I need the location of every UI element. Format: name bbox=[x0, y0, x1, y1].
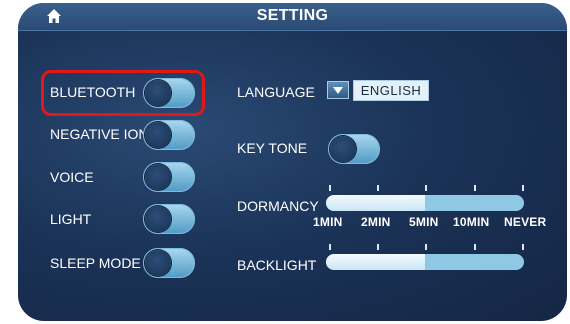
sleep-mode-toggle[interactable] bbox=[143, 248, 195, 278]
backlight-label: BACKLIGHT bbox=[237, 257, 317, 273]
negative-ion-label: NEGATIVE ION bbox=[50, 126, 149, 142]
dormancy-option-2min[interactable]: 2MIN bbox=[361, 215, 390, 229]
dormancy-tick bbox=[474, 185, 476, 191]
voice-label: VOICE bbox=[50, 169, 94, 185]
toggle-knob bbox=[145, 250, 171, 276]
voice-toggle[interactable] bbox=[143, 162, 195, 192]
backlight-tick bbox=[522, 244, 524, 250]
dormancy-slider-fill bbox=[326, 195, 425, 211]
dormancy-tick bbox=[522, 185, 524, 191]
toggle-knob bbox=[145, 206, 171, 232]
toggle-knob bbox=[330, 136, 356, 162]
toggle-knob bbox=[145, 164, 171, 190]
language-dropdown-button[interactable] bbox=[327, 81, 349, 99]
language-select[interactable]: ENGLISH bbox=[353, 80, 429, 101]
triangle-down-icon bbox=[333, 87, 343, 94]
light-label: LIGHT bbox=[50, 211, 92, 227]
backlight-tick bbox=[329, 244, 331, 250]
sleep-mode-label: SLEEP MODE bbox=[50, 255, 141, 271]
page-title: SETTING bbox=[256, 7, 329, 24]
dormancy-option-never[interactable]: NEVER bbox=[504, 215, 546, 229]
selection-highlight bbox=[41, 70, 205, 116]
light-toggle[interactable] bbox=[143, 204, 195, 234]
dormancy-tick bbox=[377, 185, 379, 191]
dormancy-slider[interactable] bbox=[326, 195, 524, 211]
negative-ion-toggle[interactable] bbox=[143, 120, 195, 150]
dormancy-label: DORMANCY bbox=[237, 198, 319, 214]
backlight-tick bbox=[425, 244, 427, 250]
backlight-slider[interactable] bbox=[326, 254, 524, 270]
language-label: LANGUAGE bbox=[237, 84, 315, 100]
key-tone-toggle[interactable] bbox=[328, 134, 380, 164]
backlight-slider-fill bbox=[326, 254, 425, 270]
dormancy-tick bbox=[425, 185, 427, 191]
dormancy-option-1min[interactable]: 1MIN bbox=[313, 215, 342, 229]
backlight-tick bbox=[474, 244, 476, 250]
settings-panel: SETTING bbox=[18, 3, 567, 321]
dormancy-option-5min[interactable]: 5MIN bbox=[409, 215, 438, 229]
backlight-tick bbox=[377, 244, 379, 250]
toggle-knob bbox=[145, 122, 171, 148]
dormancy-option-10min[interactable]: 10MIN bbox=[453, 215, 489, 229]
key-tone-label: KEY TONE bbox=[237, 140, 308, 156]
title-bar: SETTING bbox=[18, 3, 567, 31]
dormancy-tick bbox=[329, 185, 331, 191]
